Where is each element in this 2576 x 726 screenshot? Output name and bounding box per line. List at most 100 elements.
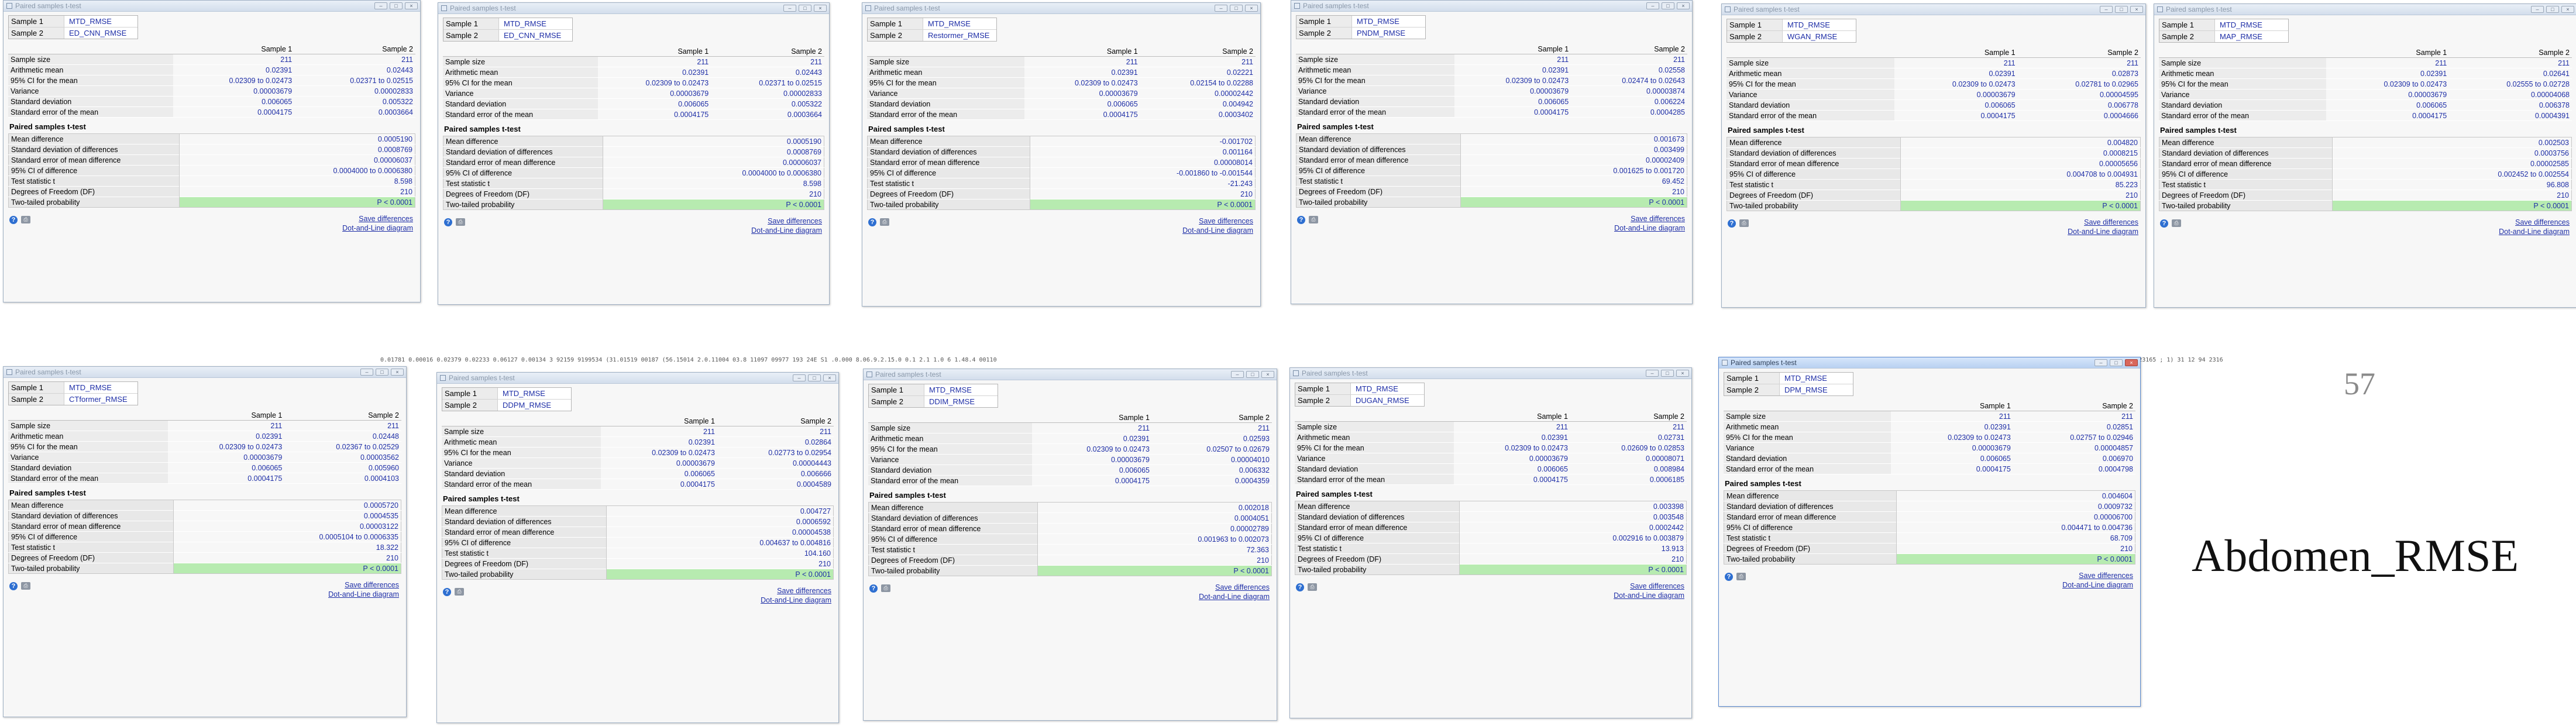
t-test-window[interactable]: Paired samples t-test – □ × Sample 1 MTD… [3, 0, 421, 302]
sample2-field[interactable]: DDIM_RMSE [924, 396, 975, 407]
sample2-field[interactable]: MAP_RMSE [2215, 31, 2262, 42]
t-test-window[interactable]: Paired samples t-test – □ × Sample 1 MTD… [1291, 0, 1693, 304]
print-icon[interactable]: ⎙ [1308, 583, 1317, 591]
close-icon[interactable]: × [2561, 6, 2574, 13]
help-icon[interactable]: ? [868, 218, 876, 226]
maximize-icon[interactable]: □ [2110, 359, 2123, 366]
save-differences-link[interactable]: Save differences [2515, 218, 2570, 226]
maximize-icon[interactable]: □ [2115, 6, 2128, 13]
help-icon[interactable]: ? [443, 588, 451, 596]
maximize-icon[interactable]: □ [1246, 371, 1259, 378]
print-icon[interactable]: ⎙ [1736, 573, 1746, 580]
print-icon[interactable]: ⎙ [881, 584, 890, 592]
print-icon[interactable]: ⎙ [880, 218, 889, 226]
close-icon[interactable]: × [1245, 5, 1258, 12]
sample2-field[interactable]: ED_CNN_RMSE [64, 27, 126, 39]
sample2-field[interactable]: DDPM_RMSE [498, 400, 551, 411]
close-icon[interactable]: × [823, 374, 836, 381]
sample1-field[interactable]: MTD_RMSE [1783, 19, 1830, 30]
minimize-icon[interactable]: – [1646, 370, 1659, 377]
sample2-field[interactable]: DUGAN_RMSE [1351, 395, 1409, 406]
window-titlebar[interactable]: Paired samples t-test – □ × [2154, 4, 2576, 15]
close-icon[interactable]: × [391, 369, 404, 376]
minimize-icon[interactable]: – [2094, 359, 2107, 366]
sample1-field[interactable]: MTD_RMSE [499, 18, 546, 29]
minimize-icon[interactable]: – [2100, 6, 2113, 13]
t-test-window[interactable]: Paired samples t-test – □ × Sample 1 MTD… [863, 369, 1277, 721]
print-icon[interactable]: ⎙ [21, 216, 30, 223]
sample1-field[interactable]: MTD_RMSE [64, 382, 112, 393]
window-titlebar[interactable]: Paired samples t-test – □ × [862, 3, 1260, 14]
maximize-icon[interactable]: □ [1661, 370, 1674, 377]
window-titlebar[interactable]: Paired samples t-test – □ × [4, 367, 406, 378]
sample2-field[interactable]: CTformer_RMSE [64, 394, 128, 405]
dot-and-line-diagram-link[interactable]: Dot-and-Line diagram [761, 596, 831, 604]
minimize-icon[interactable]: – [2531, 6, 2544, 13]
maximize-icon[interactable]: □ [1230, 5, 1243, 12]
t-test-window[interactable]: Paired samples t-test – □ × Sample 1 MTD… [862, 2, 1261, 307]
t-test-window[interactable]: Paired samples t-test – □ × Sample 1 MTD… [1718, 357, 2141, 707]
close-icon[interactable]: × [2130, 6, 2143, 13]
print-icon[interactable]: ⎙ [455, 588, 464, 596]
print-icon[interactable]: ⎙ [1739, 219, 1749, 227]
sample1-field[interactable]: MTD_RMSE [1351, 383, 1398, 394]
help-icon[interactable]: ? [1728, 219, 1736, 228]
help-icon[interactable]: ? [2160, 219, 2168, 228]
window-titlebar[interactable]: Paired samples t-test – □ × [1722, 4, 2145, 15]
minimize-icon[interactable]: – [793, 374, 806, 381]
maximize-icon[interactable]: □ [390, 2, 403, 9]
dot-and-line-diagram-link[interactable]: Dot-and-Line diagram [2499, 228, 2570, 236]
help-icon[interactable]: ? [444, 218, 452, 226]
dot-and-line-diagram-link[interactable]: Dot-and-Line diagram [2068, 228, 2138, 236]
help-icon[interactable]: ? [9, 216, 18, 224]
maximize-icon[interactable]: □ [2546, 6, 2559, 13]
close-icon[interactable]: × [814, 5, 827, 12]
close-icon[interactable]: × [1261, 371, 1274, 378]
sample1-field[interactable]: MTD_RMSE [1352, 16, 1399, 27]
window-titlebar[interactable]: Paired samples t-test – □ × [1719, 357, 2140, 369]
t-test-window[interactable]: Paired samples t-test – □ × Sample 1 MTD… [438, 2, 830, 305]
sample2-field[interactable]: DPM_RMSE [1780, 384, 1828, 395]
save-differences-link[interactable]: Save differences [2079, 572, 2133, 580]
t-test-window[interactable]: Paired samples t-test – □ × Sample 1 MTD… [1721, 4, 2146, 308]
save-differences-link[interactable]: Save differences [1630, 582, 1684, 590]
save-differences-link[interactable]: Save differences [1215, 583, 1270, 591]
minimize-icon[interactable]: – [360, 369, 373, 376]
dot-and-line-diagram-link[interactable]: Dot-and-Line diagram [2062, 581, 2133, 589]
print-icon[interactable]: ⎙ [456, 218, 465, 226]
dot-and-line-diagram-link[interactable]: Dot-and-Line diagram [342, 224, 413, 232]
help-icon[interactable]: ? [1297, 216, 1305, 224]
t-test-window[interactable]: Paired samples t-test – □ × Sample 1 MTD… [436, 372, 839, 723]
t-test-window[interactable]: Paired samples t-test – □ × Sample 1 MTD… [1289, 367, 1692, 718]
dot-and-line-diagram-link[interactable]: Dot-and-Line diagram [751, 226, 822, 235]
t-test-window[interactable]: Paired samples t-test – □ × Sample 1 MTD… [3, 366, 407, 717]
window-titlebar[interactable]: Paired samples t-test – □ × [438, 3, 829, 14]
help-icon[interactable]: ? [1725, 573, 1733, 581]
minimize-icon[interactable]: – [374, 2, 387, 9]
save-differences-link[interactable]: Save differences [345, 581, 399, 589]
help-icon[interactable]: ? [1296, 583, 1304, 591]
close-icon[interactable]: × [2125, 359, 2138, 366]
save-differences-link[interactable]: Save differences [1631, 215, 1685, 223]
sample2-field[interactable]: PNDM_RMSE [1352, 27, 1405, 39]
save-differences-link[interactable]: Save differences [1199, 217, 1253, 225]
window-titlebar[interactable]: Paired samples t-test – □ × [4, 1, 420, 12]
window-titlebar[interactable]: Paired samples t-test – □ × [1291, 1, 1692, 12]
help-icon[interactable]: ? [869, 584, 878, 593]
minimize-icon[interactable]: – [783, 5, 796, 12]
sample1-field[interactable]: MTD_RMSE [923, 18, 971, 29]
dot-and-line-diagram-link[interactable]: Dot-and-Line diagram [1182, 226, 1253, 235]
sample1-field[interactable]: MTD_RMSE [498, 388, 545, 399]
minimize-icon[interactable]: – [1646, 2, 1659, 9]
minimize-icon[interactable]: – [1215, 5, 1227, 12]
sample1-field[interactable]: MTD_RMSE [924, 384, 972, 395]
dot-and-line-diagram-link[interactable]: Dot-and-Line diagram [1614, 224, 1685, 232]
sample2-field[interactable]: WGAN_RMSE [1783, 31, 1837, 42]
maximize-icon[interactable]: □ [799, 5, 811, 12]
t-test-window[interactable]: Paired samples t-test – □ × Sample 1 MTD… [2154, 4, 2576, 308]
close-icon[interactable]: × [1677, 2, 1690, 9]
print-icon[interactable]: ⎙ [2172, 219, 2181, 227]
window-titlebar[interactable]: Paired samples t-test – □ × [864, 369, 1277, 380]
print-icon[interactable]: ⎙ [21, 582, 30, 590]
window-titlebar[interactable]: Paired samples t-test – □ × [437, 373, 838, 384]
